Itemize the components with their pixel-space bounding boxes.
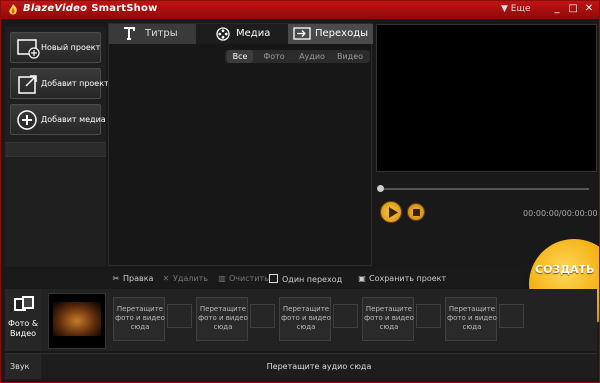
one-transition-label: Один переход <box>282 275 343 284</box>
product-name: SmartShow <box>91 3 158 14</box>
app-window: BlazeVideo SmartShow ▼ Еще _ □ ✕ Новый пр… <box>0 0 600 383</box>
panel-tabs: Титры Медиа Переходы <box>109 24 373 44</box>
filter-all[interactable]: Все <box>227 50 253 63</box>
drop-slot-text: Перетащите фото и видео сюда <box>447 305 497 331</box>
add-media-icon <box>17 110 37 130</box>
video-preview <box>376 24 597 172</box>
project-sidebar: Новый проект Добавит проект Добавит меди… <box>5 27 109 267</box>
save-project-label: Сохранить проект <box>369 274 447 283</box>
filter-audio[interactable]: Аудио <box>295 50 329 63</box>
transition-slot[interactable] <box>250 304 275 328</box>
delete-x-icon: ✕ <box>162 274 170 283</box>
seek-handle[interactable] <box>377 185 384 192</box>
thumbnail-image <box>53 302 101 336</box>
transition-icon <box>293 27 311 40</box>
stop-button[interactable] <box>407 203 425 221</box>
add-media-button[interactable]: Добавит медиа <box>10 104 106 135</box>
delete-label: Удалить <box>173 274 208 283</box>
timeline-toolbar: ✂ Правка ✕ Удалить ▥ Очистить Один переход … <box>5 269 525 289</box>
app-title: BlazeVideo SmartShow <box>23 3 158 14</box>
drop-slot[interactable]: Перетащите фото и видео сюда <box>362 297 414 341</box>
drop-slot-text: Перетащите фото и видео сюда <box>281 305 331 331</box>
trash-icon: ▥ <box>218 274 226 283</box>
new-project-button[interactable]: Новый проект <box>10 32 101 63</box>
media-panel: Титры Медиа Переходы Все Фото Аудио Виде… <box>108 23 373 266</box>
scissors-icon: ✂ <box>112 274 120 283</box>
flame-logo-icon <box>9 4 17 15</box>
tab-transitions[interactable]: Переходы <box>288 24 373 44</box>
film-reel-icon <box>216 27 230 41</box>
drop-slot[interactable]: Перетащите фото и видео сюда <box>113 297 165 341</box>
drop-slot[interactable]: Перетащите фото и видео сюда <box>279 297 331 341</box>
track-label: Фото & Видео <box>7 319 39 338</box>
sidebar-divider <box>5 142 106 157</box>
filter-video[interactable]: Видео <box>333 50 367 63</box>
seek-bar[interactable] <box>378 188 589 190</box>
stop-icon <box>413 209 420 216</box>
drop-slot-text: Перетащите фото и видео сюда <box>115 305 165 331</box>
tab-media-label: Медиа <box>236 28 271 39</box>
edit-label: Правка <box>123 274 154 283</box>
add-media-label: Добавит медиа <box>41 115 106 124</box>
audio-track-label: Звук <box>5 354 41 379</box>
title-bar: BlazeVideo SmartShow ▼ Еще _ □ ✕ <box>1 1 599 19</box>
transition-slot[interactable] <box>167 304 192 328</box>
photo-video-track-header: Фото & Видео <box>5 289 41 351</box>
audio-drop-zone[interactable]: Перетащите аудио сюда <box>41 362 597 371</box>
clear-button[interactable]: ▥ Очистить <box>217 274 269 283</box>
minimize-icon[interactable]: _ <box>551 2 563 16</box>
tab-transitions-label: Переходы <box>315 28 369 39</box>
drop-slot[interactable]: Перетащите фото и видео сюда <box>196 297 248 341</box>
save-project-button[interactable]: ▣ Сохранить проект <box>357 274 446 283</box>
photo-video-icon <box>14 296 34 311</box>
audio-track: Звук Перетащите аудио сюда <box>5 353 597 379</box>
transition-slot[interactable] <box>499 304 524 328</box>
save-disk-icon: ▣ <box>358 274 366 283</box>
drop-slot-text: Перетащите фото и видео сюда <box>364 305 414 331</box>
open-project-icon <box>18 75 37 94</box>
more-menu[interactable]: ▼ Еще <box>501 4 530 14</box>
open-project-button[interactable]: Добавит проект <box>10 68 109 99</box>
close-icon[interactable]: ✕ <box>583 2 595 16</box>
one-transition-checkbox[interactable]: Один переход <box>269 274 342 284</box>
timeline-thumbnail[interactable] <box>48 293 106 349</box>
maximize-icon[interactable]: □ <box>567 2 579 16</box>
play-button[interactable] <box>380 201 402 223</box>
brand-name: BlazeVideo <box>23 3 88 14</box>
checkbox-icon <box>269 274 278 283</box>
storyboard-track: Фото & Видео Перетащите фото и видео сюд… <box>5 289 597 351</box>
open-project-label: Добавит проект <box>41 79 109 88</box>
tab-titles-label: Титры <box>145 28 178 39</box>
tab-media[interactable]: Медиа <box>196 24 288 44</box>
transition-slot[interactable] <box>416 304 441 328</box>
media-filter-bar: Все Фото Аудио Видео <box>225 50 370 63</box>
tab-titles[interactable]: Титры <box>109 24 196 44</box>
delete-button[interactable]: ✕ Удалить <box>161 274 208 283</box>
play-icon <box>389 207 398 218</box>
create-label: СОЗДАТЬ <box>535 263 595 276</box>
clear-label: Очистить <box>229 274 269 283</box>
edit-button[interactable]: ✂ Правка <box>111 274 154 283</box>
text-icon <box>124 27 135 40</box>
drop-slot[interactable]: Перетащите фото и видео сюда <box>445 297 497 341</box>
filter-photo[interactable]: Фото <box>257 50 291 63</box>
transition-slot[interactable] <box>333 304 358 328</box>
new-project-icon <box>17 39 40 59</box>
time-display: 00:00:00/00:00:00 <box>523 209 598 218</box>
new-project-label: Новый проект <box>41 43 101 52</box>
drop-slot-text: Перетащите фото и видео сюда <box>198 305 248 331</box>
